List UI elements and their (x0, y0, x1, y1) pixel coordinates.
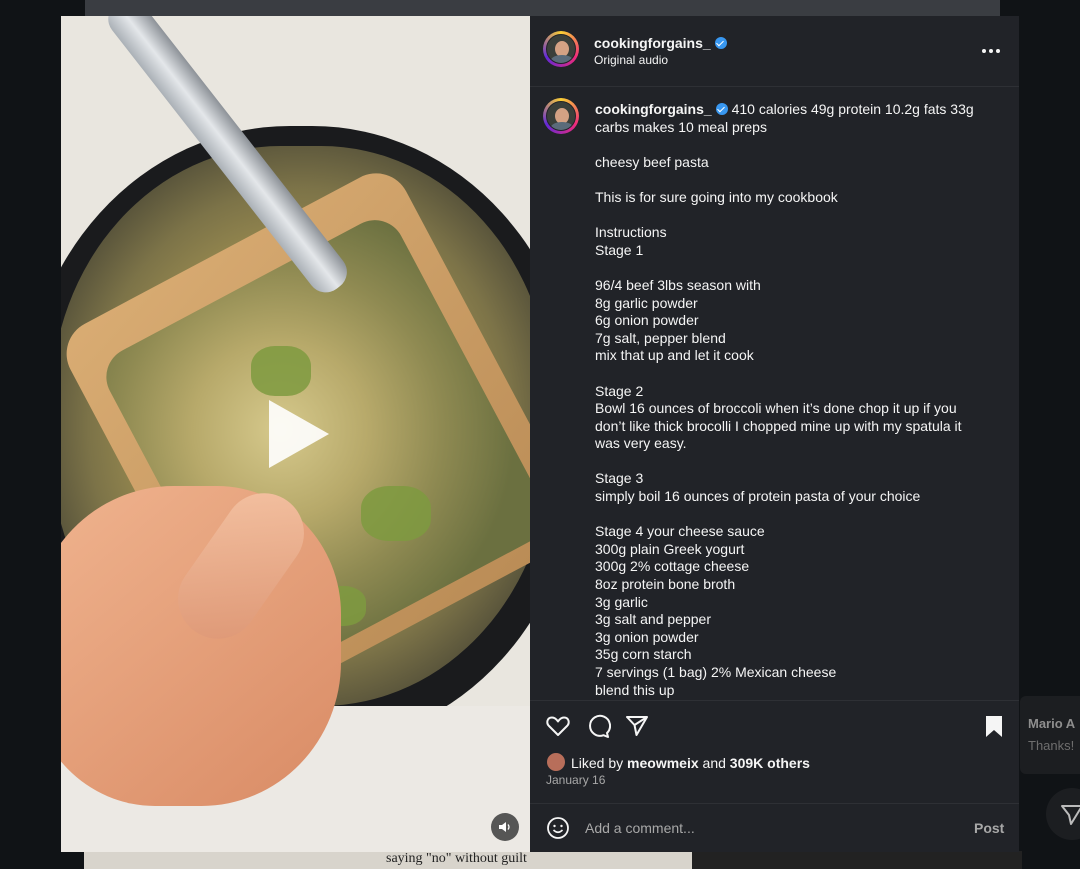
caption-line: 7g salt, pepper blend (595, 329, 726, 346)
side-message-name: Mario A (1028, 716, 1076, 731)
background-feed-bottom: saying "no" without guilt (84, 851, 692, 869)
verified-badge-icon (714, 37, 727, 49)
post-date[interactable]: January 16 (546, 773, 605, 787)
caption-line: Instructions (595, 224, 667, 241)
post-username[interactable]: cookingforgains_ (594, 35, 727, 51)
verified-badge-icon (715, 103, 728, 115)
post-comment-button[interactable]: Post (974, 820, 1004, 836)
username-text: cookingforgains_ (594, 35, 711, 51)
caption-line: mix that up and let it cook (595, 347, 754, 364)
post-media-video[interactable] (61, 16, 530, 852)
likes-and: and (698, 755, 730, 771)
background-bottom-text: saying "no" without guilt (386, 851, 527, 866)
post-side-panel: cookingforgains_ Original audio cookingf… (530, 16, 1019, 852)
post-header: cookingforgains_ Original audio (530, 16, 1019, 87)
post-caption: cookingforgains_ 410 calories 49g protei… (530, 86, 1019, 700)
caption-line: 8g garlic powder (595, 294, 698, 311)
likes-summary[interactable]: Liked by meowmeix and 309K others (546, 752, 810, 772)
liker-avatar (546, 752, 566, 772)
caption-line: don’t like thick brocolli I chopped mine… (595, 417, 962, 434)
audio-label[interactable]: Original audio (594, 53, 668, 67)
caption-line: Bowl 16 ounces of broccoli when it’s don… (595, 400, 957, 417)
caption-avatar[interactable] (543, 98, 579, 134)
caption-line: cheesy beef pasta (595, 153, 709, 170)
audio-toggle-button[interactable] (491, 813, 519, 841)
caption-line: 96/4 beef 3lbs season with (595, 276, 761, 293)
caption-line: This is for sure going into my cookbook (595, 188, 838, 205)
caption-username[interactable]: cookingforgains_ (595, 101, 712, 117)
comment-icon[interactable] (585, 713, 611, 739)
likes-others[interactable]: 309K others (730, 755, 810, 771)
caption-line: 3g onion powder (595, 628, 699, 645)
side-message-card[interactable]: Mario A Thanks! (1020, 696, 1080, 774)
more-icon[interactable] (982, 42, 1004, 60)
caption-line: 410 calories 49g protein 10.2g fats 33g (731, 101, 974, 117)
liker-username[interactable]: meowmeix (627, 755, 699, 771)
caption-line: 3g salt and pepper (595, 611, 711, 628)
background-feed-bottom-right (692, 851, 1022, 869)
caption-line: simply boil 16 ounces of protein pasta o… (595, 488, 921, 505)
caption-line: carbs makes 10 meal preps (595, 118, 767, 135)
caption-line: Stage 1 (595, 241, 644, 258)
caption-text: cookingforgains_ 410 calories 49g protei… (595, 101, 990, 699)
comment-box: Add a comment... Post (530, 803, 1019, 853)
speaker-icon (499, 822, 510, 832)
caption-line: 3g garlic (595, 593, 648, 610)
likes-prefix: Liked by (571, 755, 628, 771)
caption-line: 6g onion powder (595, 312, 699, 329)
caption-line: 7 servings (1 bag) 2% Mexican cheese (595, 664, 837, 680)
caption-line: 8oz protein bone broth (595, 576, 736, 593)
heart-icon[interactable] (545, 713, 571, 739)
comment-input[interactable]: Add a comment... (585, 820, 695, 836)
caption-line: 35g corn starch (595, 646, 692, 663)
media-broccoli (251, 346, 311, 396)
avatar[interactable] (543, 31, 579, 67)
caption-line: Stage 4 your cheese sauce (595, 523, 765, 540)
caption-line: Stage 2 (595, 382, 644, 399)
play-icon[interactable] (269, 400, 329, 468)
caption-line: blend this up (595, 681, 675, 698)
share-icon[interactable] (624, 713, 650, 739)
caption-line: Stage 3 (595, 470, 644, 487)
media-broccoli (361, 486, 431, 541)
bookmark-icon[interactable] (981, 713, 1007, 739)
caption-line: was very easy. (595, 435, 687, 452)
caption-line: 300g 2% cottage cheese (595, 558, 750, 575)
side-message-text: Thanks! (1028, 738, 1075, 753)
post-modal: cookingforgains_ Original audio cookingf… (61, 16, 1019, 852)
emoji-icon[interactable] (546, 816, 570, 840)
background-feed-top (85, 0, 1000, 16)
action-bar (530, 700, 1019, 747)
send-icon (1061, 805, 1080, 825)
caption-line: 300g plain Greek yogurt (595, 540, 745, 557)
